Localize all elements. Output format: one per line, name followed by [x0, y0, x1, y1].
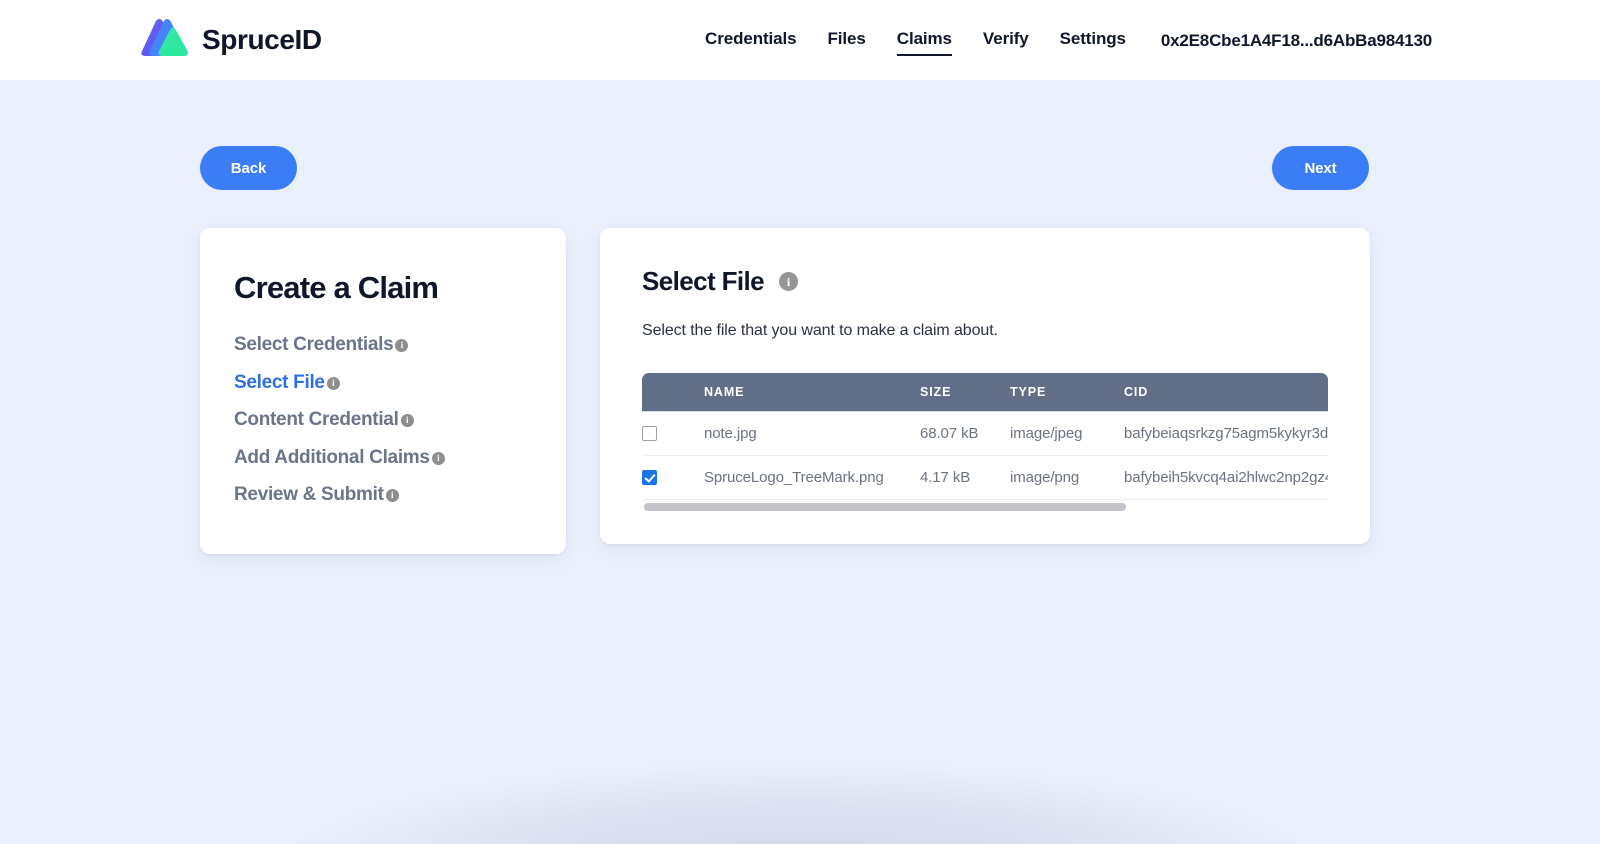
info-circle-icon[interactable]: i	[779, 272, 799, 291]
cell-file-cid: bafybeiaqsrkzg75agm5kykyr3d	[1124, 410, 1328, 456]
file-select-checkbox[interactable]	[642, 469, 657, 485]
page-content: Back Next Create a Claim Select Credenti…	[0, 146, 1600, 554]
cell-file-name: note.jpg	[704, 410, 920, 456]
nav-item-files[interactable]: Files	[828, 29, 866, 54]
step-label: Add Additional Claims	[234, 446, 430, 468]
file-select-checkbox[interactable]	[642, 425, 657, 441]
step-select-file[interactable]: Select File i	[234, 364, 340, 402]
cell-file-name: SpruceLogo_TreeMark.png	[704, 455, 920, 500]
file-table-scroll-area: NAME SIZE TYPE CID note.jpg 68.07 kB ima…	[642, 373, 1328, 500]
file-table-header: NAME SIZE TYPE CID	[642, 373, 1328, 411]
file-table: NAME SIZE TYPE CID note.jpg 68.07 kB ima…	[642, 373, 1328, 500]
brand-name: SpruceID	[202, 24, 322, 55]
column-header-select	[642, 373, 704, 411]
select-file-header: Select File i	[600, 266, 1370, 297]
nav-item-claims[interactable]: Claims	[896, 29, 953, 56]
file-table-horizontal-scrollbar[interactable]	[642, 499, 1328, 514]
info-circle-icon[interactable]: i	[431, 451, 445, 465]
nav-item-settings[interactable]: Settings	[1060, 29, 1126, 54]
cell-file-size: 4.17 kB	[920, 455, 1010, 500]
file-table-body: note.jpg 68.07 kB image/jpeg bafybeiaqsr…	[642, 410, 1328, 500]
row-select-cell	[642, 455, 704, 500]
step-label: Select File	[234, 371, 325, 393]
column-header-type: TYPE	[1010, 373, 1124, 411]
wizard-action-bar: Back Next	[0, 146, 1600, 200]
cell-file-size: 68.07 kB	[920, 410, 1010, 456]
scrollbar-thumb[interactable]	[644, 502, 1126, 511]
step-content-credential[interactable]: Content Credential i	[234, 401, 414, 439]
column-header-size: SIZE	[920, 373, 1010, 411]
select-file-card: Select File i Select the file that you w…	[600, 228, 1370, 544]
row-select-cell	[642, 410, 704, 456]
step-label: Select Credentials	[234, 334, 394, 355]
wallet-address[interactable]: 0x2E8Cbe1A4F18...d6AbBa984130	[1161, 31, 1432, 51]
nav-item-credentials[interactable]: Credentials	[705, 29, 797, 54]
info-circle-icon[interactable]: i	[395, 339, 409, 353]
wizard-body: Create a Claim Select Credentials i Sele…	[0, 228, 1600, 554]
info-circle-icon[interactable]: i	[400, 414, 414, 428]
brand-logo-link[interactable]: SpruceID	[138, 17, 322, 63]
app-header: SpruceID Credentials Files Claims Verify…	[0, 0, 1600, 80]
table-row[interactable]: SpruceLogo_TreeMark.png 4.17 kB image/pn…	[642, 455, 1328, 500]
back-button[interactable]: Back	[200, 146, 297, 190]
step-label: Content Credential	[234, 409, 399, 430]
file-table-container: NAME SIZE TYPE CID note.jpg 68.07 kB ima…	[642, 373, 1328, 514]
step-label: Review & Submit	[234, 484, 384, 505]
spruce-triangle-logo-icon	[141, 19, 188, 56]
page-bottom-shadow	[300, 764, 1300, 844]
table-row[interactable]: note.jpg 68.07 kB image/jpeg bafybeiaqsr…	[642, 410, 1328, 456]
table-header-row: NAME SIZE TYPE CID	[642, 373, 1328, 411]
step-select-credentials[interactable]: Select Credentials i	[234, 326, 409, 364]
select-file-description: Select the file that you want to make a …	[642, 322, 998, 339]
main-navigation: Credentials Files Claims Verify Settings…	[705, 27, 1432, 56]
cell-file-type: image/png	[1010, 455, 1124, 500]
create-claim-steps-card: Create a Claim Select Credentials i Sele…	[200, 228, 566, 554]
info-circle-icon[interactable]: i	[326, 376, 340, 390]
cell-file-type: image/jpeg	[1010, 410, 1124, 456]
next-button[interactable]: Next	[1272, 146, 1369, 190]
column-header-name: NAME	[704, 373, 920, 411]
step-add-additional-claims[interactable]: Add Additional Claims i	[234, 439, 445, 477]
step-review-and-submit[interactable]: Review & Submit i	[234, 476, 399, 514]
page-title: Create a Claim	[234, 270, 439, 305]
column-header-cid: CID	[1124, 373, 1328, 411]
select-file-title: Select File	[642, 266, 765, 296]
cell-file-cid: bafybeih5kvcq4ai2hlwc2np2gz4	[1124, 455, 1328, 500]
info-circle-icon[interactable]: i	[385, 489, 399, 503]
nav-item-verify[interactable]: Verify	[983, 29, 1029, 54]
